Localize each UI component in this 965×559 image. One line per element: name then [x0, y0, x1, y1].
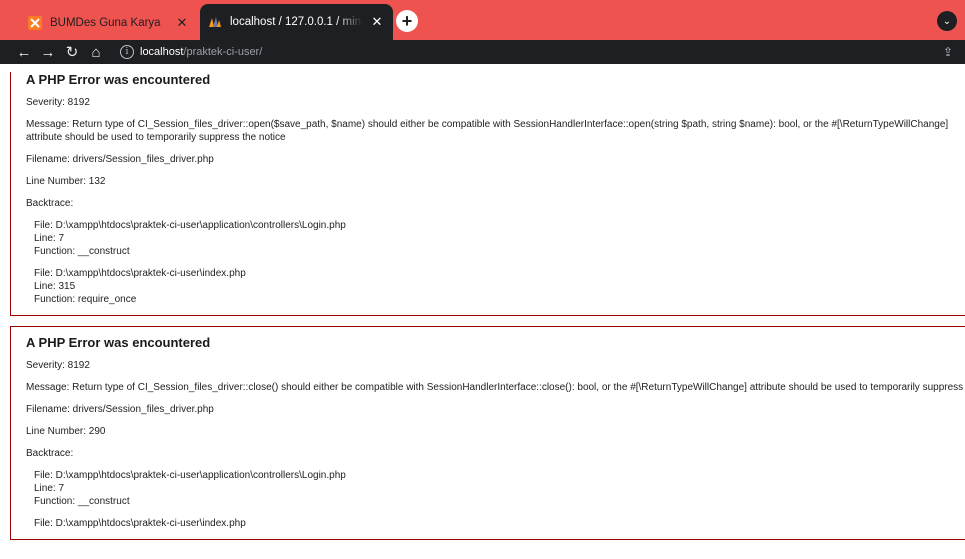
- tab-phpmyadmin[interactable]: localhost / 127.0.0.1 / minimarket ✕: [200, 4, 393, 40]
- url-path: /praktek-ci-user/: [183, 46, 263, 58]
- phpmyadmin-icon: [208, 15, 222, 29]
- error-filename: Filename: drivers/Session_files_driver.p…: [26, 154, 214, 165]
- backtrace-entry: File: D:\xampp\htdocs\praktek-ci-user\ap…: [34, 469, 965, 508]
- trace-line: Line: 315: [34, 281, 76, 292]
- tab-strip: BUMDes Guna Karya ✕ localhost / 127.0.0.…: [0, 0, 965, 40]
- tab-title: BUMDes Guna Karya: [50, 17, 161, 29]
- backtrace-entry: File: D:\xampp\htdocs\praktek-ci-user\ap…: [34, 219, 965, 258]
- home-icon[interactable]: ⌂: [86, 42, 106, 62]
- backtrace-entry: File: D:\xampp\htdocs\praktek-ci-user\in…: [34, 267, 965, 306]
- backtrace-label: Backtrace:: [26, 198, 74, 209]
- trace-line: Line: 7: [34, 233, 65, 244]
- trace-function: Function: __construct: [34, 246, 130, 257]
- error-message: Message: Return type of CI_Session_files…: [26, 382, 965, 393]
- address-bar[interactable]: i localhost/praktek-ci-user/: [120, 40, 965, 64]
- xampp-icon: [28, 16, 42, 30]
- back-arrow-icon[interactable]: ←: [14, 42, 34, 62]
- tab-title: localhost / 127.0.0.1 / minimarket: [230, 16, 363, 28]
- browser-toolbar: ← → ↻ ⌂ i localhost/praktek-ci-user/ ⇪: [0, 40, 965, 64]
- trace-file: File: D:\xampp\htdocs\praktek-ci-user\ap…: [34, 220, 346, 231]
- trace-line: Line: 7: [34, 483, 65, 494]
- chevron-down-icon[interactable]: ⌄: [937, 11, 957, 31]
- error-severity: Severity: 8192: [26, 97, 90, 108]
- tab-bumdes[interactable]: BUMDes Guna Karya ✕: [20, 6, 198, 40]
- trace-file: File: D:\xampp\htdocs\praktek-ci-user\in…: [34, 518, 246, 529]
- error-line-number: Line Number: 132: [26, 176, 106, 187]
- info-icon[interactable]: i: [120, 45, 134, 59]
- php-error-block: A PHP Error was encountered Severity: 81…: [10, 326, 965, 540]
- reload-icon[interactable]: ↻: [62, 42, 82, 62]
- error-heading: A PHP Error was encountered: [26, 335, 211, 350]
- url-host: localhost: [140, 46, 184, 58]
- new-tab-button[interactable]: +: [396, 10, 418, 32]
- error-message: Message: Return type of CI_Session_files…: [26, 119, 949, 143]
- page-content: A PHP Error was encountered Severity: 81…: [0, 64, 965, 559]
- error-filename: Filename: drivers/Session_files_driver.p…: [26, 404, 214, 415]
- forward-arrow-icon[interactable]: →: [38, 42, 58, 62]
- trace-file: File: D:\xampp\htdocs\praktek-ci-user\in…: [34, 268, 246, 279]
- error-severity: Severity: 8192: [26, 360, 90, 371]
- trace-function: Function: __construct: [34, 496, 130, 507]
- error-line-number: Line Number: 290: [26, 426, 106, 437]
- backtrace-label: Backtrace:: [26, 448, 74, 459]
- close-icon[interactable]: ✕: [369, 14, 385, 30]
- php-error-block: A PHP Error was encountered Severity: 81…: [10, 72, 965, 316]
- close-icon[interactable]: ✕: [174, 15, 190, 31]
- trace-file: File: D:\xampp\htdocs\praktek-ci-user\ap…: [34, 470, 346, 481]
- trace-function: Function: require_once: [34, 294, 137, 305]
- backtrace-entry: File: D:\xampp\htdocs\praktek-ci-user\in…: [34, 517, 965, 530]
- error-heading: A PHP Error was encountered: [26, 72, 211, 87]
- share-icon[interactable]: ⇪: [941, 45, 955, 59]
